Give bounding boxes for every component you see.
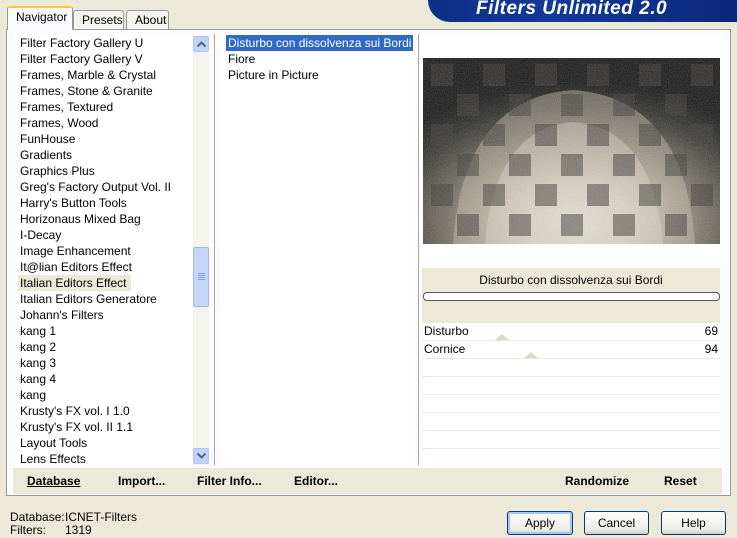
param-row-cornice[interactable]: Cornice 94 bbox=[422, 341, 720, 358]
status-database-value: ICNET-Filters bbox=[65, 510, 137, 524]
filter-list[interactable]: Disturbo con dissolvenza sui Bordi Fiore P… bbox=[220, 34, 415, 465]
filter-item[interactable]: Picture in Picture bbox=[228, 67, 319, 83]
category-item[interactable]: kang 3 bbox=[20, 355, 56, 371]
category-item[interactable]: I-Decay bbox=[20, 227, 61, 243]
database-button[interactable]: Database bbox=[27, 474, 80, 488]
category-item[interactable]: Krusty's FX vol. I 1.0 bbox=[20, 403, 130, 419]
category-item[interactable]: Graphics Plus bbox=[20, 163, 95, 179]
category-item[interactable]: kang bbox=[20, 387, 46, 403]
window-title: Filters Unlimited 2.0 bbox=[476, 0, 668, 19]
category-item[interactable]: Johann's Filters bbox=[20, 307, 104, 323]
category-item[interactable]: Harry's Button Tools bbox=[20, 195, 127, 211]
category-item[interactable]: kang 1 bbox=[20, 323, 56, 339]
category-scrollbar[interactable] bbox=[193, 35, 209, 465]
category-item[interactable]: Frames, Stone & Granite bbox=[20, 83, 153, 99]
cancel-button[interactable]: Cancel bbox=[584, 511, 649, 535]
filter-item[interactable]: Fiore bbox=[228, 51, 255, 67]
tab-presets[interactable]: Presets bbox=[73, 10, 124, 29]
category-item[interactable]: Layout Tools bbox=[20, 435, 87, 451]
category-item[interactable]: Lens Effects bbox=[20, 451, 86, 467]
category-item[interactable]: Frames, Marble & Crystal bbox=[20, 67, 156, 83]
param-row-disturbo[interactable]: Disturbo 69 bbox=[422, 323, 720, 340]
category-item[interactable]: Image Enhancement bbox=[20, 243, 131, 259]
scroll-down-button[interactable] bbox=[193, 448, 209, 464]
divider bbox=[214, 34, 215, 465]
filter-info-button[interactable]: Filter Info... bbox=[197, 474, 262, 488]
import-button[interactable]: Import... bbox=[118, 474, 165, 488]
progress-bar bbox=[423, 292, 720, 301]
category-item[interactable]: Italian Editors Generatore bbox=[20, 291, 157, 307]
selected-filter-name: Disturbo con dissolvenza sui Bordi bbox=[479, 273, 663, 287]
tab-navigator[interactable]: Navigator bbox=[7, 6, 73, 30]
help-button[interactable]: Help bbox=[661, 511, 726, 535]
category-item[interactable]: Filter Factory Gallery V bbox=[20, 51, 143, 67]
chevron-up-icon bbox=[197, 41, 206, 47]
category-item[interactable]: Krusty's FX vol. II 1.1 bbox=[20, 419, 133, 435]
category-list[interactable]: Filter Factory Gallery U Filter Factory G… bbox=[15, 34, 210, 467]
database-label: Database bbox=[27, 474, 81, 488]
status-filters-key: Filters: bbox=[10, 523, 46, 537]
category-item[interactable]: Frames, Wood bbox=[20, 115, 98, 131]
chevron-down-icon bbox=[197, 453, 206, 459]
param-value: 69 bbox=[704, 324, 718, 338]
title-banner: Filters Unlimited 2.0 bbox=[428, 0, 737, 22]
preview-image bbox=[423, 58, 720, 244]
category-item[interactable]: kang 4 bbox=[20, 371, 56, 387]
divider bbox=[418, 34, 419, 465]
param-value: 94 bbox=[704, 342, 718, 356]
filter-name-bar: Disturbo con dissolvenza sui Bordi bbox=[422, 268, 720, 323]
editor-button[interactable]: Editor... bbox=[294, 474, 338, 488]
param-label: Cornice bbox=[424, 342, 466, 356]
scroll-thumb[interactable] bbox=[193, 247, 209, 307]
status-filters: Filters: 1319 bbox=[10, 524, 92, 537]
category-item[interactable]: Gradients bbox=[20, 147, 72, 163]
category-item[interactable]: It@lian Editors Effect bbox=[20, 259, 132, 275]
parameter-panel[interactable]: Disturbo 69 Cornice 94 bbox=[422, 323, 720, 466]
category-item[interactable]: kang 2 bbox=[20, 339, 56, 355]
category-item[interactable]: FunHouse bbox=[20, 131, 75, 147]
status-filters-value: 1319 bbox=[65, 523, 92, 537]
param-label: Disturbo bbox=[424, 324, 469, 338]
category-item[interactable]: Frames, Textured bbox=[20, 99, 113, 115]
randomize-button[interactable]: Randomize bbox=[565, 474, 629, 488]
bottom-toolbar: Database Import... Filter Info... Editor… bbox=[13, 468, 722, 494]
category-item[interactable]: Filter Factory Gallery U bbox=[20, 35, 143, 51]
reset-button[interactable]: Reset bbox=[664, 474, 697, 488]
tab-about[interactable]: About bbox=[126, 10, 169, 29]
scroll-up-button[interactable] bbox=[193, 36, 209, 52]
apply-button[interactable]: Apply bbox=[507, 511, 573, 535]
category-item[interactable]: Horizonaus Mixed Bag bbox=[20, 211, 141, 227]
category-item[interactable]: Greg's Factory Output Vol. II bbox=[20, 179, 171, 195]
category-item[interactable]: Italian Editors Effect bbox=[18, 275, 131, 291]
filter-item[interactable]: Disturbo con dissolvenza sui Bordi bbox=[226, 35, 414, 51]
